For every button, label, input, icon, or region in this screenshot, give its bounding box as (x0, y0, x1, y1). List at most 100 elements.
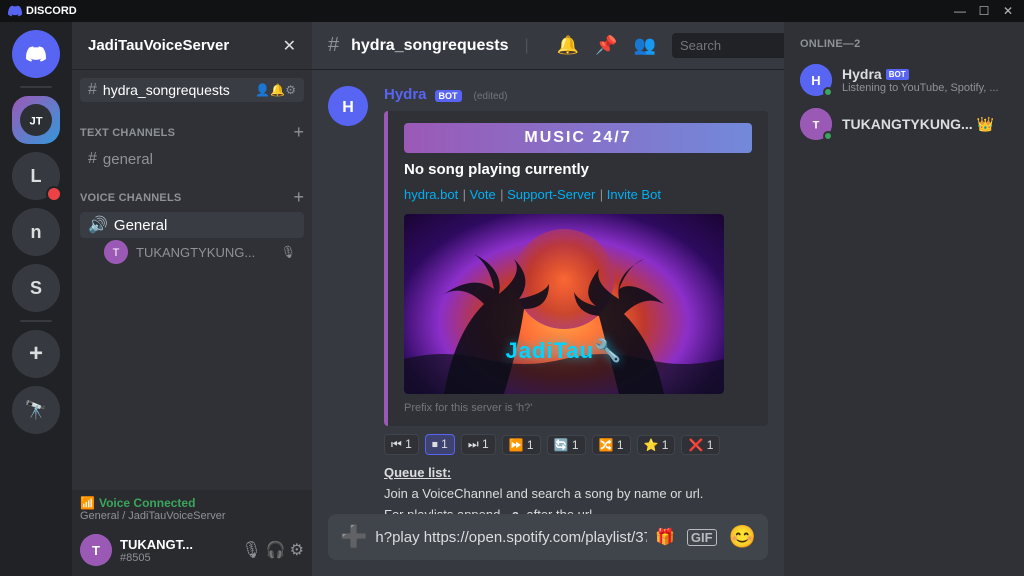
online-status-hydra: Listening to YouTube, Spotify, ... (842, 82, 1008, 94)
voice-member-icons: 🎙 (281, 245, 296, 259)
message-header: Hydra BOT (edited) (384, 86, 768, 103)
embed-logo-text: JadiTau🔧 (506, 338, 623, 364)
user-tag: #8505 (120, 552, 193, 564)
server-icon-home[interactable] (12, 30, 60, 78)
member-icon: 🎙 (281, 245, 296, 259)
pin-icon[interactable]: 📌 (595, 35, 617, 56)
support-link[interactable]: Support-Server (507, 187, 595, 202)
reaction-repeat[interactable]: 🔄 1 (547, 435, 586, 455)
online-member-hydra[interactable]: H Hydra BOT Listening to YouTube, Spotif… (792, 58, 1016, 102)
queue-line-1: Join a VoiceChannel and search a song by… (384, 484, 768, 505)
voice-channels-label[interactable]: VOICE CHANNELS (80, 192, 181, 204)
embed: MUSIC 24/7 No song playing currently hyd… (384, 111, 768, 426)
online-panel: ONLINE—2 H Hydra BOT Listening to YouTub… (784, 22, 1024, 576)
voice-member-item[interactable]: T TUKANGTYKUNG... 🎙 (80, 238, 304, 266)
members-icon[interactable]: 👥 (634, 35, 656, 56)
messages-area: H Hydra BOT (edited) MUSIC 24/7 No song … (312, 70, 784, 514)
voice-bottom: 📶 Voice Connected General / JadiTauVoice… (72, 490, 312, 524)
svg-text:JT: JT (29, 116, 42, 128)
message-input[interactable] (375, 519, 647, 556)
voice-channel-general[interactable]: 🔊 General (80, 212, 304, 238)
main-content: # hydra_songrequests | ▶|= Pause/Resume … (312, 22, 784, 576)
server-add-btn[interactable]: + (12, 330, 60, 378)
reaction-star[interactable]: ⭐ 1 (637, 435, 676, 455)
reaction-ff[interactable]: ⏩ 1 (502, 435, 541, 455)
header-divider: | (525, 37, 529, 55)
queue-title: Queue list: (384, 463, 768, 484)
server-divider-2 (20, 320, 52, 322)
username: TUKANGT... (120, 537, 193, 552)
embed-image: JadiTau🔧 (404, 214, 724, 394)
reaction-prev[interactable]: ⏮ 1 (384, 434, 419, 455)
server-icon-L[interactable]: L (12, 152, 60, 200)
online-avatar-tukang: T (800, 108, 832, 140)
user-panel: T TUKANGT... #8505 🎙 🎧 ⚙ (72, 524, 312, 576)
server-icon-jaditau[interactable]: JT (12, 96, 60, 144)
server-header[interactable]: JadiTauVoiceServer ✕ (72, 22, 312, 70)
pinned-channel-icons: 👤🔔⚙ (255, 83, 296, 97)
app-layout: JT L n S + 🔭 JadiTauVoiceServer ✕ # hydr… (0, 22, 1024, 576)
channel-header-hash-icon: # (328, 34, 339, 57)
text-channels-label[interactable]: TEXT CHANNELS (80, 127, 175, 139)
volume-icon: 🔊 (88, 215, 108, 235)
svg-text:T: T (813, 120, 820, 132)
hydrabot-link[interactable]: hydra.bot (404, 187, 458, 202)
online-avatar-hydra: H (800, 64, 832, 96)
embed-image-inner: JadiTau🔧 (404, 214, 724, 394)
online-name-tukang: TUKANGTYKUNG... 👑 (842, 116, 1008, 133)
link-separator-3: | (600, 187, 607, 202)
channel-header-name: hydra_songrequests (351, 37, 508, 55)
maximize-btn[interactable]: ☐ (976, 4, 992, 18)
input-icons: 🎁 GIF 😊 (655, 524, 756, 550)
link-separator: | (463, 187, 470, 202)
channel-item-general[interactable]: # general (80, 147, 304, 171)
pinned-channel-name: hydra_songrequests (103, 82, 249, 98)
gif-btn[interactable]: GIF (687, 529, 717, 546)
reaction-shuffle[interactable]: 🔀 1 (592, 435, 631, 455)
channel-item-pinned[interactable]: # hydra_songrequests 👤🔔⚙ (80, 78, 304, 102)
server-chevron-icon: ✕ (283, 36, 296, 56)
user-controls: 🎙 🎧 ⚙ (241, 540, 304, 560)
reaction-next[interactable]: ⏭ 1 (461, 434, 496, 455)
gift-icon[interactable]: 🎁 (655, 527, 675, 547)
embed-footer: Prefix for this server is 'h?' (404, 402, 752, 414)
reaction-x[interactable]: ❌ 1 (681, 435, 720, 455)
message-avatar: H (328, 86, 368, 126)
vote-link[interactable]: Vote (470, 187, 496, 202)
server-discover-btn[interactable]: 🔭 (12, 386, 60, 434)
bell-icon[interactable]: 🔔 (557, 35, 579, 56)
attachment-btn[interactable]: ➕ (340, 514, 367, 560)
bot-tag: BOT (886, 69, 909, 80)
add-text-channel-btn[interactable]: + (293, 122, 304, 143)
search-bar: 🔍 (672, 33, 784, 58)
server-name: JadiTauVoiceServer (88, 37, 229, 54)
settings-icon[interactable]: ⚙ (290, 540, 304, 560)
general-channel-name: general (103, 151, 296, 168)
app-logo: DISCORD (8, 4, 77, 18)
voice-connected-label: 📶 Voice Connected (80, 496, 304, 510)
add-voice-channel-btn[interactable]: + (293, 187, 304, 208)
close-btn[interactable]: ✕ (1000, 4, 1016, 18)
queue-line-2: For playlists append -a after the url. (384, 505, 768, 514)
channels-area: # hydra_songrequests 👤🔔⚙ TEXT CHANNELS +… (72, 70, 312, 490)
server-icon-S[interactable]: S (12, 264, 60, 312)
hash-icon-general: # (88, 150, 97, 168)
channel-sidebar: JadiTauVoiceServer ✕ # hydra_songrequest… (72, 22, 312, 576)
online-member-tukang[interactable]: T TUKANGTYKUNG... 👑 (792, 102, 1016, 146)
svg-text:T: T (92, 543, 100, 558)
reaction-stop[interactable]: ⏹ 1 (425, 434, 455, 455)
voice-member-name: TUKANGTYKUNG... (136, 245, 255, 260)
server-icon-n[interactable]: n (12, 208, 60, 256)
bot-badge: BOT (435, 90, 462, 102)
embed-links: hydra.bot | Vote | Support-Server | Invi… (404, 186, 752, 204)
message-input-box: ➕ 🎁 GIF 😊 (328, 514, 768, 560)
mic-icon[interactable]: 🎙 (241, 540, 261, 560)
headphone-icon[interactable]: 🎧 (266, 540, 286, 560)
hash-icon: # (88, 81, 97, 99)
search-input[interactable] (680, 38, 780, 53)
invite-link[interactable]: Invite Bot (607, 187, 661, 202)
text-channels-category: TEXT CHANNELS + (72, 106, 312, 147)
emoji-btn[interactable]: 😊 (729, 524, 756, 550)
svg-text:H: H (342, 99, 354, 116)
minimize-btn[interactable]: — (952, 4, 968, 18)
